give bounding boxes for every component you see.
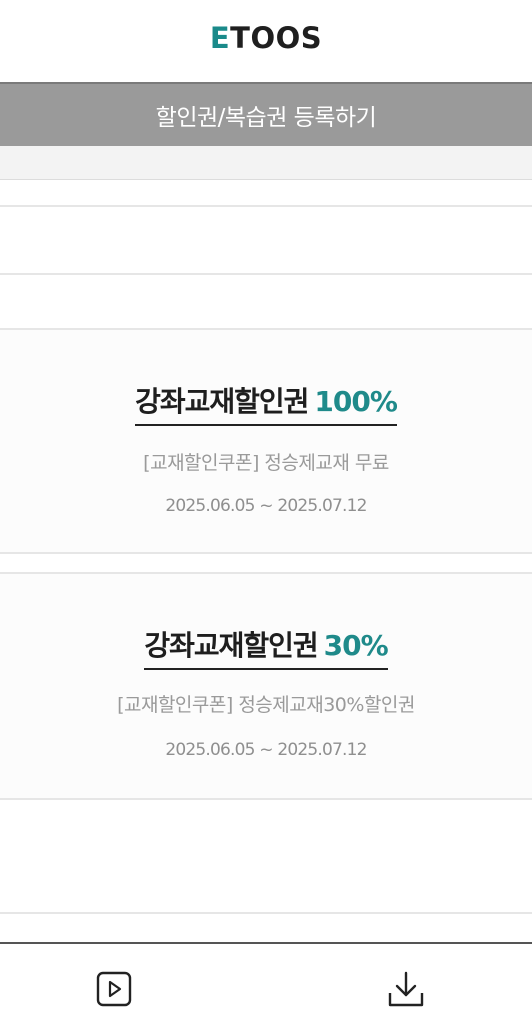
divider xyxy=(0,205,532,207)
coupon-percent: 100% xyxy=(314,385,398,418)
coupon-description: [교재할인쿠폰] 정승제교재 무료 xyxy=(143,452,389,474)
play-button[interactable] xyxy=(96,971,132,1007)
logo-rest: TOOS xyxy=(230,21,323,55)
coupon-card[interactable]: 강좌교재할인권 30% [교재할인쿠폰] 정승제교재30%할인권 2025.06.… xyxy=(0,572,532,800)
download-icon xyxy=(388,971,424,1007)
coupon-title-text: 강좌교재할인권 xyxy=(135,385,309,418)
divider xyxy=(0,912,532,914)
coupon-percent: 30% xyxy=(323,629,389,662)
bottom-toolbar xyxy=(0,942,532,1024)
register-coupon-label: 할인권/복습권 등록하기 xyxy=(155,105,377,131)
coupon-title: 강좌교재할인권 30% xyxy=(0,624,532,670)
register-coupon-button[interactable]: 할인권/복습권 등록하기 xyxy=(0,82,532,146)
logo-accent: E xyxy=(209,21,231,55)
download-button[interactable] xyxy=(386,969,426,1009)
coupon-period: 2025.06.05 ~ 2025.07.12 xyxy=(165,496,367,516)
coupon-title-text: 강좌교재할인권 xyxy=(144,629,318,662)
app-header: ETOOS xyxy=(0,0,532,82)
etoos-logo[interactable]: ETOOS xyxy=(210,21,322,55)
coupon-title: 강좌교재할인권 100% xyxy=(0,380,532,426)
section-spacer xyxy=(0,146,532,180)
play-icon xyxy=(96,971,132,1007)
coupon-period: 2025.06.05 ~ 2025.07.12 xyxy=(165,740,367,760)
coupon-description: [교재할인쿠폰] 정승제교재30%할인권 xyxy=(117,694,415,716)
coupon-card[interactable]: 강좌교재할인권 100% [교재할인쿠폰] 정승제교재 무료 2025.06.05… xyxy=(0,328,532,554)
divider xyxy=(0,273,532,275)
